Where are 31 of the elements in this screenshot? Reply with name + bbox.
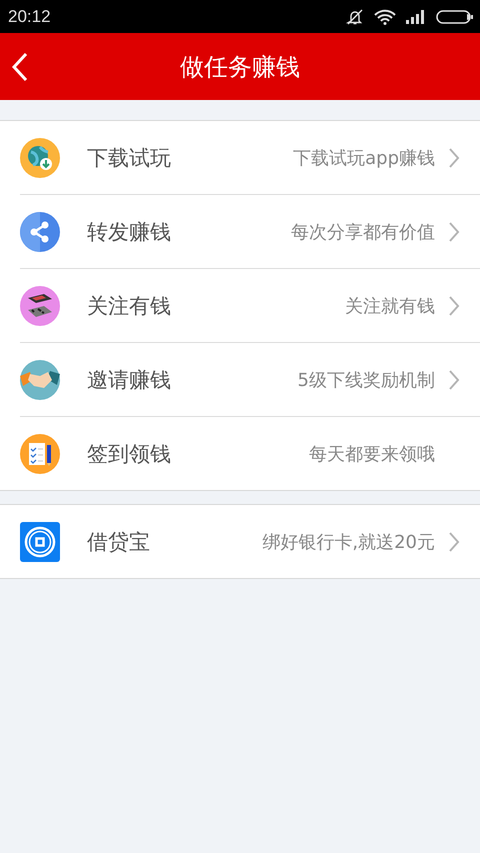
item-description: 5级下线奖励机制 [298, 368, 435, 392]
handshake-icon [20, 360, 60, 400]
phone-qr-icon [20, 286, 60, 326]
menu-item[interactable]: 转发赚钱 每次分享都有价值 [20, 194, 480, 268]
menu-item[interactable]: 关注有钱 关注就有钱 [20, 268, 480, 342]
status-time: 20:12 [8, 6, 51, 26]
share-icon [20, 212, 60, 252]
checklist-icon [20, 434, 60, 474]
item-label: 签到领钱 [87, 440, 172, 468]
back-icon [12, 52, 28, 82]
item-description: 关注就有钱 [345, 294, 435, 318]
menu-item[interactable]: 借贷宝 绑好银行卡,就送20元 [0, 505, 480, 578]
notifications-off-icon [346, 8, 364, 26]
coin-icon [20, 522, 60, 562]
wifi-icon [374, 8, 396, 24]
signal-icon [406, 10, 426, 24]
item-label: 下载试玩 [87, 144, 172, 172]
page-title: 做任务赚钱 [180, 52, 300, 82]
item-label: 关注有钱 [87, 292, 172, 320]
item-description: 下载试玩app赚钱 [293, 146, 435, 170]
menu-item[interactable]: 邀请赚钱 5级下线奖励机制 [20, 342, 480, 416]
item-label: 转发赚钱 [87, 218, 172, 246]
item-label: 借贷宝 [87, 528, 151, 556]
item-description: 每次分享都有价值 [291, 220, 435, 244]
menu-item[interactable]: 签到领钱 每天都要来领哦 [20, 416, 480, 490]
globe-download-icon [20, 138, 60, 178]
battery-icon [436, 10, 474, 24]
menu-item[interactable]: 下载试玩 下载试玩app赚钱 [0, 121, 480, 194]
item-label: 邀请赚钱 [87, 366, 172, 394]
item-description: 每天都要来领哦 [309, 442, 435, 466]
item-description: 绑好银行卡,就送20元 [262, 530, 435, 554]
